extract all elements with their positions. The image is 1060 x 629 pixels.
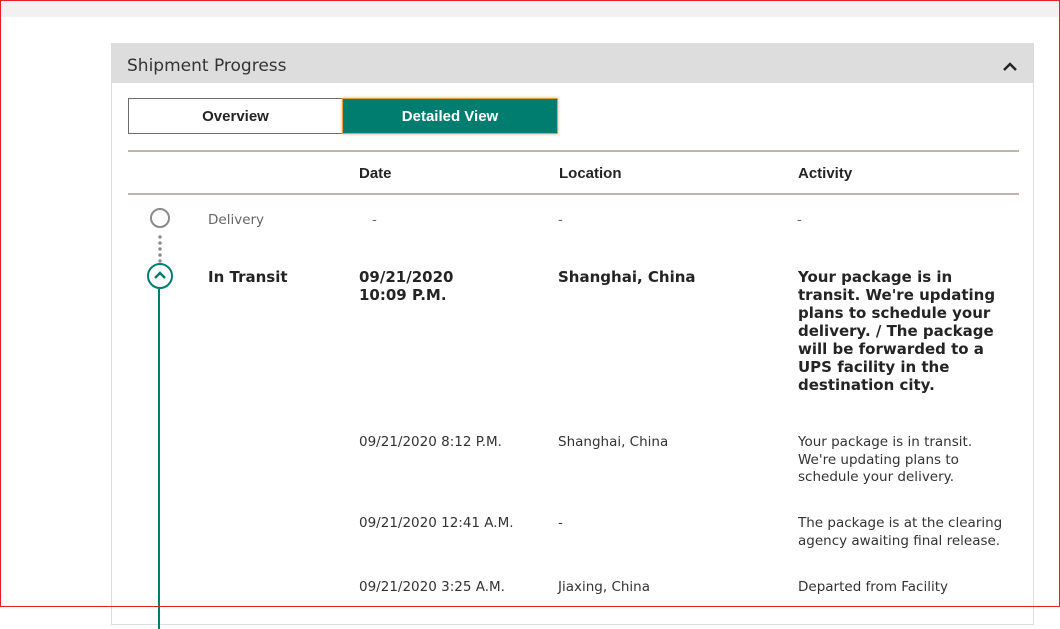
tab-detailed-view[interactable]: Detailed View <box>342 98 558 134</box>
shipment-progress-panel: Shipment Progress Overview Detailed View… <box>111 43 1034 629</box>
column-header-activity: Activity <box>798 165 853 182</box>
table-top-divider <box>128 150 1019 152</box>
panel-header[interactable]: Shipment Progress <box>112 44 1033 83</box>
status-label-in-transit: In Transit <box>208 268 288 286</box>
in-transit-location: Shanghai, China <box>558 268 696 286</box>
delivery-activity: - <box>797 212 802 228</box>
event-location: Jiaxing, China <box>558 579 651 595</box>
chevron-up-icon[interactable] <box>999 58 1021 76</box>
in-transit-date: 09/21/2020 <box>359 268 454 286</box>
event-date: 09/21/2020 8:12 P.M. <box>359 434 502 450</box>
event-date: 09/21/2020 12:41 A.M. <box>359 515 514 531</box>
progress-track <box>158 289 160 629</box>
tab-overview[interactable]: Overview <box>128 98 342 134</box>
column-header-location: Location <box>559 165 622 182</box>
in-transit-time: 10:09 P.M. <box>359 286 447 304</box>
event-activity: The package is at the clearing agency aw… <box>798 515 1003 549</box>
event-date: 09/21/2020 3:25 A.M. <box>359 579 505 595</box>
panel-title: Shipment Progress <box>127 56 287 76</box>
delivery-date: - <box>372 212 377 228</box>
event-location: Shanghai, China <box>558 434 669 450</box>
column-header-date: Date <box>359 165 392 182</box>
dotted-connector <box>158 234 162 264</box>
delivery-location: - <box>558 212 563 228</box>
view-toggle: Overview Detailed View <box>128 98 558 134</box>
top-bar <box>0 0 1060 17</box>
header-divider <box>128 193 1019 195</box>
chevron-up-circle-icon[interactable] <box>147 263 173 289</box>
status-label-delivery: Delivery <box>208 212 265 228</box>
delivery-status-node <box>150 208 170 228</box>
event-activity: Your package is in transit. We're updati… <box>798 434 973 485</box>
in-transit-activity: Your package is in transit. We're updati… <box>798 268 996 394</box>
event-activity: Departed from Facility <box>798 579 949 595</box>
event-location: - <box>558 515 563 531</box>
